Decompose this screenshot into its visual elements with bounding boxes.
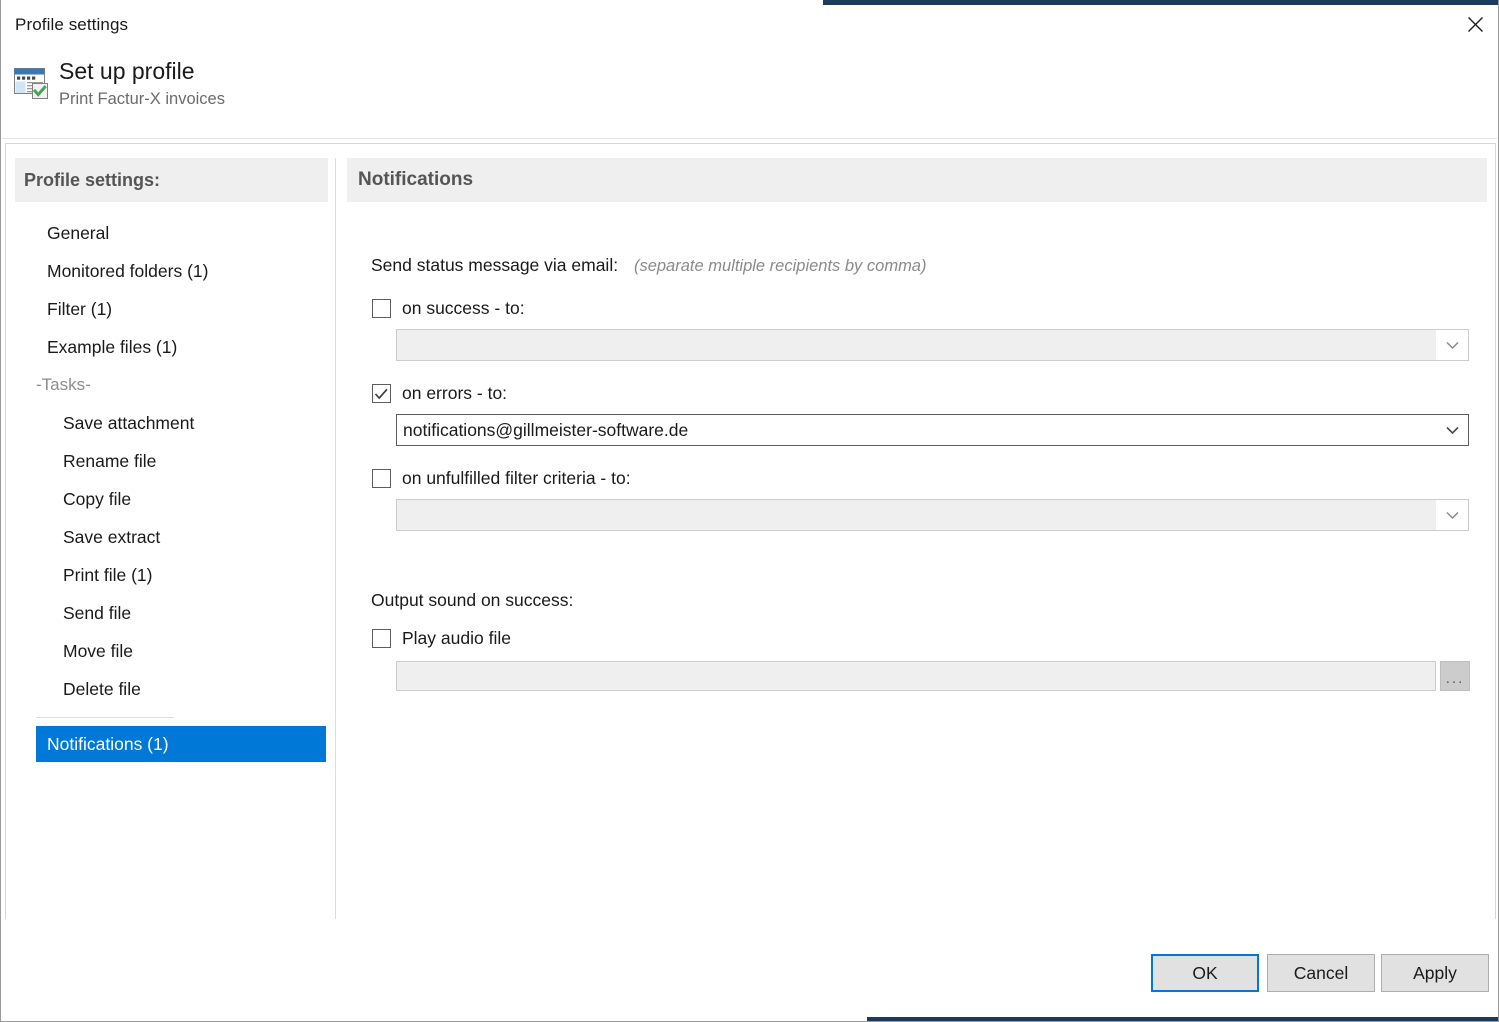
ellipsis-icon: ... <box>1445 670 1465 687</box>
cancel-button[interactable]: Cancel <box>1267 954 1375 992</box>
audio-file-path-input[interactable] <box>396 661 1436 691</box>
sidebar-separator <box>36 717 174 718</box>
sidebar-item-example-files-1[interactable]: Example files (1) <box>6 328 335 366</box>
notify-on-errors-checkbox[interactable]: on errors - to: <box>372 383 507 404</box>
sidebar-item-print-file-1[interactable]: Print file (1) <box>6 556 335 594</box>
sidebar-item-list: General Monitored folders (1) Filter (1) Ex… <box>6 214 335 762</box>
email-section-label-text: Send status message via email: <box>371 255 619 275</box>
sidebar-header: Profile settings: <box>15 158 328 202</box>
sidebar-item-save-extract[interactable]: Save extract <box>6 518 335 556</box>
sidebar-group-tasks: -Tasks- <box>36 375 91 394</box>
sidebar-item-monitored-folders-1[interactable]: Monitored folders (1) <box>6 252 335 290</box>
close-icon[interactable] <box>1452 4 1498 44</box>
dialog-footer: OK Cancel Apply <box>2 919 1497 1017</box>
titlebar: Profile settings <box>1 4 1498 48</box>
ok-button[interactable]: OK <box>1151 954 1259 992</box>
notify-on-unfulfilled-filter-checkbox[interactable]: on unfulfilled filter criteria - to: <box>372 468 631 489</box>
dialog-header: Set up profile Print Factur-X invoices <box>1 52 1498 136</box>
notify-on-success-checkbox[interactable]: on success - to: <box>372 298 525 319</box>
page-subtitle: Print Factur-X invoices <box>59 90 225 108</box>
email-section-label: Send status message via email: (separate… <box>371 255 926 276</box>
sound-section-label: Output sound on success: <box>371 590 574 610</box>
settings-panel: Profile settings: General Monitored folde… <box>5 143 1496 923</box>
checkbox-box-on-errors[interactable] <box>372 384 391 403</box>
checkbox-box-play-audio-file[interactable] <box>372 629 391 648</box>
notify-on-errors-email-combo[interactable]: notifications@gillmeister-software.de <box>396 414 1469 446</box>
checkbox-box-on-unfulfilled-filter[interactable] <box>372 469 391 488</box>
sidebar-item-general[interactable]: General <box>6 214 335 252</box>
sidebar-item-filter-1[interactable]: Filter (1) <box>6 290 335 328</box>
header-divider <box>2 138 1497 139</box>
chevron-down-icon[interactable] <box>1436 415 1468 445</box>
apply-button[interactable]: Apply <box>1381 954 1489 992</box>
chevron-down-icon[interactable] <box>1436 330 1468 360</box>
notify-on-unfulfilled-filter-label: on unfulfilled filter criteria - to: <box>402 468 631 488</box>
content-header-label: Notifications <box>358 169 474 190</box>
notify-on-errors-email-value: notifications@gillmeister-software.de <box>403 419 689 440</box>
profile-window-check-icon <box>12 63 50 101</box>
browse-audio-file-button[interactable]: ... <box>1440 661 1470 691</box>
sidebar-item-rename-file[interactable]: Rename file <box>6 442 335 480</box>
checkbox-box-on-success[interactable] <box>372 299 391 318</box>
sidebar-item-delete-file[interactable]: Delete file <box>6 670 335 708</box>
window-bottom-accent-strip <box>867 1017 1498 1021</box>
chevron-down-icon[interactable] <box>1436 500 1468 530</box>
sidebar-item-notifications-1[interactable]: Notifications (1) <box>36 726 326 762</box>
sidebar-header-label: Profile settings: <box>24 169 161 190</box>
sidebar-item-send-file[interactable]: Send file <box>6 594 335 632</box>
sidebar-item-copy-file[interactable]: Copy file <box>6 480 335 518</box>
sidebar-item-save-attachment[interactable]: Save attachment <box>6 404 335 442</box>
notify-on-success-email-combo[interactable] <box>396 329 1469 361</box>
notify-on-errors-label: on errors - to: <box>402 383 508 403</box>
content-pane: Notifications Send status message via em… <box>336 144 1496 919</box>
window-title: Profile settings <box>15 15 129 34</box>
page-title: Set up profile <box>59 58 195 84</box>
sidebar: Profile settings: General Monitored folde… <box>6 144 335 919</box>
notify-on-unfulfilled-filter-email-combo[interactable] <box>396 499 1469 531</box>
content-header: Notifications <box>347 158 1487 202</box>
profile-settings-dialog: Profile settings Set up profile Print Fa… <box>0 0 1499 1022</box>
sidebar-item-move-file[interactable]: Move file <box>6 632 335 670</box>
email-section-hint: (separate multiple recipients by comma) <box>633 257 927 275</box>
play-audio-file-checkbox[interactable]: Play audio file <box>372 628 511 649</box>
play-audio-file-label: Play audio file <box>402 628 511 648</box>
checkmark-icon <box>374 388 388 399</box>
notify-on-success-label: on success - to: <box>402 298 525 318</box>
